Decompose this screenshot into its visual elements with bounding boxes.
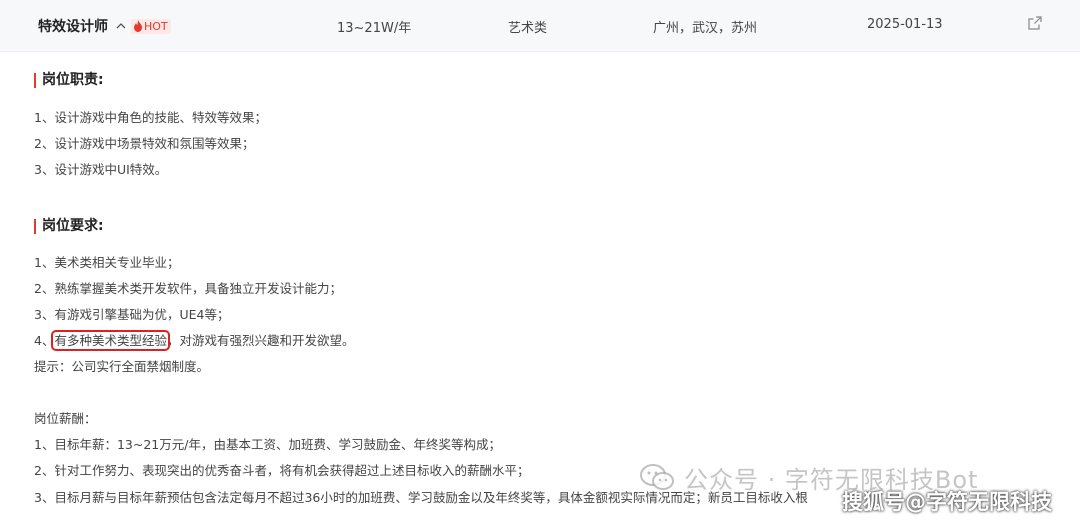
wechat-logo-icon bbox=[640, 463, 674, 490]
smoking-note: 提示：公司实行全面禁烟制度。 bbox=[34, 359, 210, 374]
sohu-watermark: 搜狐号@字符无限科技 bbox=[842, 490, 1052, 514]
requirement-item-rest: ，对游戏有强烈兴趣和开发欲望。 bbox=[166, 333, 355, 348]
requirement-item: 2、熟练掌握美术类开发软件，具备独立开发设计能力； bbox=[34, 281, 342, 296]
duty-item: 3、设计游戏中UI特效。 bbox=[34, 162, 168, 177]
requirement-item: 1、美术类相关专业毕业； bbox=[34, 255, 180, 270]
job-title-group[interactable]: 特效设计师 HOT bbox=[38, 16, 171, 36]
requirements-heading: 岗位要求: bbox=[34, 219, 104, 234]
duty-item: 2、设计游戏中场景特效和氛围等效果； bbox=[34, 136, 255, 151]
requirement-item-number: 4、 bbox=[34, 333, 55, 348]
duty-item: 1、设计游戏中角色的技能、特效等效果； bbox=[34, 110, 267, 125]
job-category: 艺术类 bbox=[508, 21, 548, 36]
hot-label: HOT bbox=[144, 19, 168, 33]
hot-badge: HOT bbox=[131, 18, 171, 34]
compensation-heading: 岗位薪酬： bbox=[34, 411, 97, 426]
highlighted-phrase: 有多种美术类型经验 bbox=[51, 330, 170, 351]
job-title[interactable]: 特效设计师 bbox=[38, 16, 108, 36]
compensation-item: 1、目标年薪：13~21万元/年，由基本工资、加班费、学习鼓励金、年终奖等构成； bbox=[34, 437, 501, 452]
job-locations: 广州，武汉，苏州 bbox=[653, 21, 758, 36]
requirement-item: 4、有多种美术类型经验，对游戏有强烈兴趣和开发欲望。 bbox=[34, 330, 355, 351]
compensation-item: 2、针对工作努力、表现突出的优秀奋斗者，将有机会获得超过上述目标收入的薪酬水平； bbox=[34, 463, 530, 478]
duties-heading: 岗位职责: bbox=[34, 73, 104, 88]
job-date: 2025-01-13 bbox=[867, 17, 943, 32]
job-header-row[interactable]: 特效设计师 HOT 13~21W/年 艺术类 广州，武汉，苏州 2025-01-… bbox=[0, 0, 1080, 52]
external-link-icon[interactable] bbox=[1028, 16, 1042, 30]
chevron-up-icon[interactable] bbox=[115, 20, 127, 32]
job-salary: 13~21W/年 bbox=[337, 21, 412, 36]
requirement-item: 3、有游戏引擎基础为优，UE4等； bbox=[34, 307, 230, 322]
flame-icon bbox=[134, 20, 142, 32]
